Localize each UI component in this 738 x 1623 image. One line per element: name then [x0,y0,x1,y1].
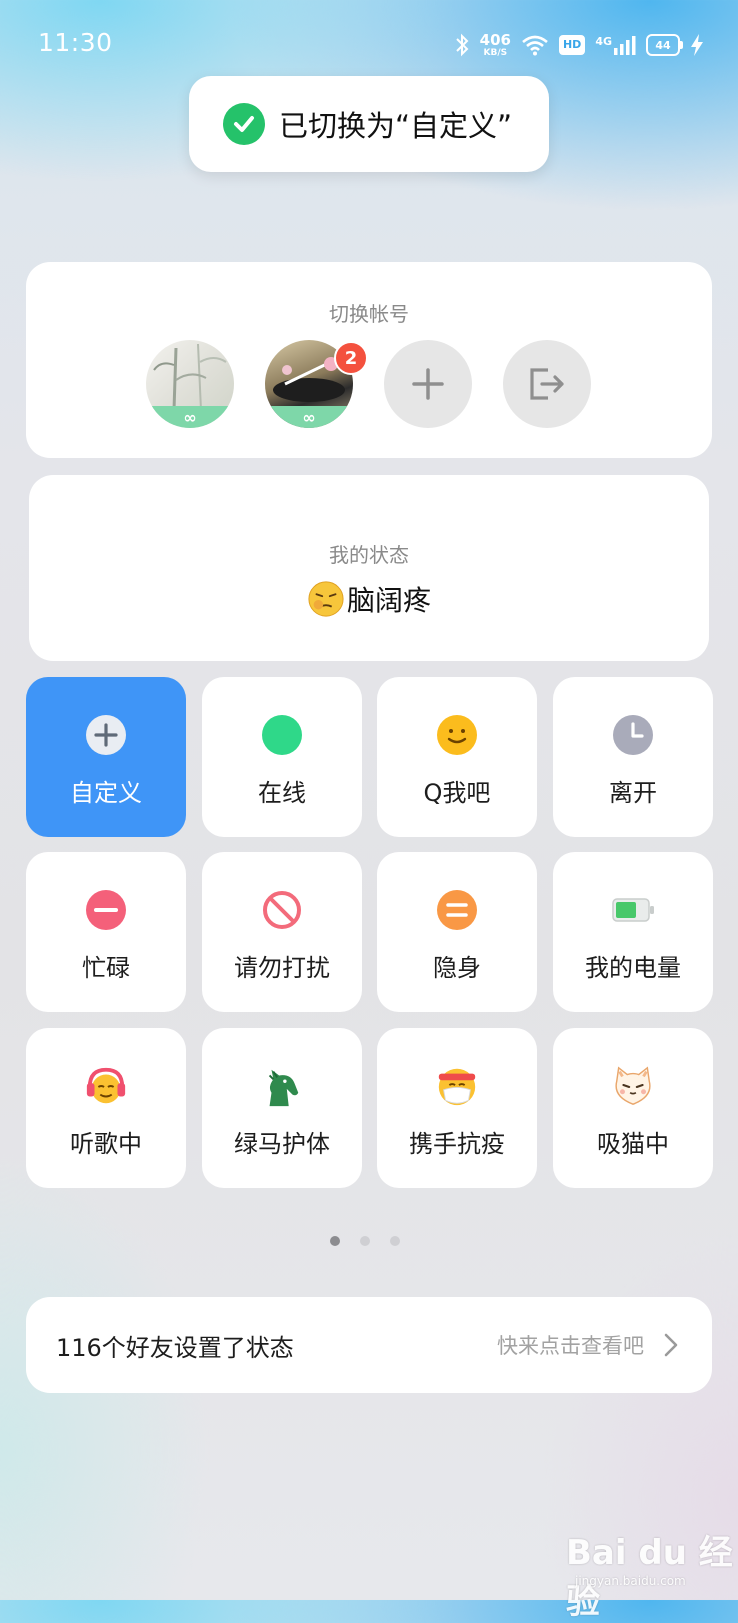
minus-circle-icon [84,888,128,932]
check-circle-icon [223,103,265,145]
tile-label: 隐身 [433,954,481,982]
switch-account-title: 切换帐号 [329,302,409,326]
charging-icon [691,34,703,56]
tile-label: 离开 [609,779,657,807]
logout-button[interactable] [503,340,591,428]
chevron-right-icon [664,1333,678,1357]
friends-status-card[interactable]: 116个好友设置了状态 快来点击查看吧 [26,1297,712,1393]
status-tile-listening-music[interactable]: 听歌中 [26,1028,186,1188]
status-icons: 406 KB/S HD 4G 44 [454,28,704,62]
baidu-watermark-url: jingyan.baidu.com [575,1574,686,1588]
status-tile-cat[interactable]: 吸猫中 [553,1028,713,1188]
headache-emoji-icon [308,581,344,617]
tile-label: 携手抗疫 [409,1130,505,1158]
tile-label: 我的电量 [585,954,681,982]
hd-badge: HD [558,35,586,55]
unread-badge: 2 [334,341,368,375]
battery-indicator: 44 [646,34,683,56]
friends-status-hint: 快来点击查看吧 [497,1334,644,1358]
green-dot-icon [260,713,304,757]
headphones-emoji-icon [84,1064,128,1108]
green-horse-icon [260,1064,304,1108]
mask-emoji-icon [435,1064,479,1108]
account-avatar-1[interactable]: ∞ [146,340,234,428]
infinity-band: ∞ [146,406,234,428]
infinity-band: ∞ [265,406,353,428]
add-account-button[interactable] [384,340,472,428]
logout-icon [530,368,564,400]
clock-icon [611,713,655,757]
switch-account-card: 切换帐号 [26,262,712,458]
equals-circle-icon [435,888,479,932]
status-tile-do-not-disturb[interactable]: 请勿打扰 [202,852,362,1012]
page-dot-1[interactable] [330,1236,340,1246]
net-speed: 406 KB/S [479,30,511,58]
tile-label: 忙碌 [82,954,130,982]
my-status-text: 脑阔疼 [346,584,431,617]
status-tile-my-battery[interactable]: 我的电量 [553,852,713,1012]
status-time: 11:30 [38,28,113,57]
page-indicator [330,1236,400,1246]
toast-text: 已切换为“自定义” [279,109,513,143]
toast: 已切换为“自定义” [189,76,549,172]
friends-status-text: 116个好友设置了状态 [56,1333,294,1362]
wifi-icon [522,35,548,56]
page-dot-3[interactable] [390,1236,400,1246]
status-tile-custom[interactable]: 自定义 [26,677,186,837]
bluetooth-icon [455,33,469,57]
tile-label: 在线 [258,779,306,807]
no-entry-icon [260,888,304,932]
status-tile-invisible[interactable]: 隐身 [377,852,537,1012]
battery-icon [611,888,655,932]
tile-label: 吸猫中 [597,1130,669,1158]
smile-icon [435,713,479,757]
tile-label: 请勿打扰 [234,954,330,982]
my-status-card[interactable]: 我的状态 脑阔疼 [29,475,709,661]
plus-icon [412,368,444,400]
plus-circle-icon [84,713,128,757]
my-status-title: 我的状态 [329,543,409,567]
tile-label: 听歌中 [70,1130,142,1158]
status-tile-q-me[interactable]: Q我吧 [377,677,537,837]
status-tile-online[interactable]: 在线 [202,677,362,837]
status-tile-green-horse[interactable]: 绿马护体 [202,1028,362,1188]
status-tile-away[interactable]: 离开 [553,677,713,837]
cell-signal: 4G [595,35,636,55]
tile-label: 绿马护体 [234,1130,330,1158]
cat-icon [611,1064,655,1108]
signal-icon [614,36,636,55]
tile-label: 自定义 [70,779,142,807]
status-tile-fight-epidemic[interactable]: 携手抗疫 [377,1028,537,1188]
page-dot-2[interactable] [360,1236,370,1246]
my-status-value: 脑阔疼 [29,579,709,619]
status-bar: 11:30 406 KB/S HD 4G 44 [0,0,738,86]
status-tile-busy[interactable]: 忙碌 [26,852,186,1012]
tile-label: Q我吧 [423,779,491,807]
